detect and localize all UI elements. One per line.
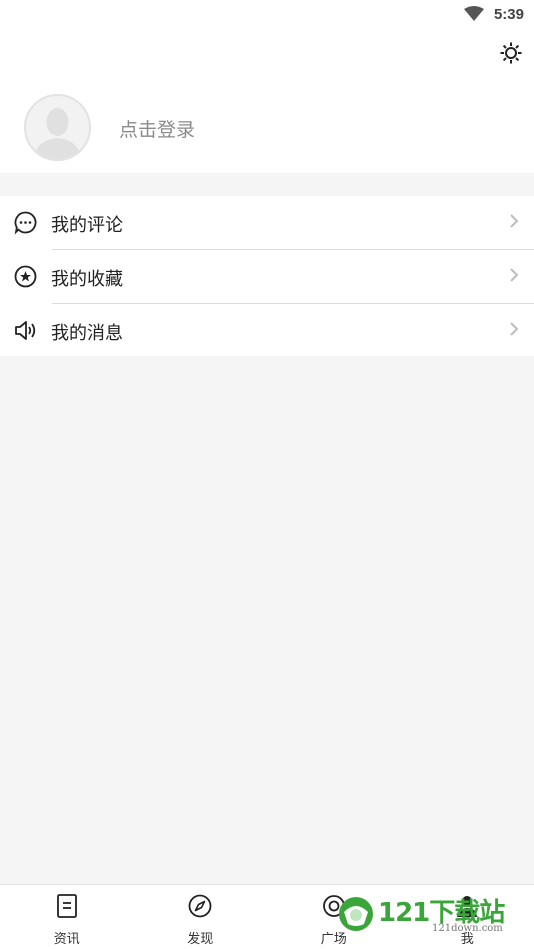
profile-menu: 我的评论 我的收藏 我的消息 <box>0 196 534 356</box>
tab-discover[interactable]: 发现 <box>134 885 268 949</box>
login-prompt[interactable]: 点击登录 <box>119 115 195 142</box>
menu-item-comments[interactable]: 我的评论 <box>0 196 534 250</box>
profile-header: 点击登录 <box>0 28 534 173</box>
menu-item-label: 我的评论 <box>51 215 123 236</box>
wifi-icon <box>463 6 484 21</box>
news-icon <box>56 894 77 918</box>
tab-label: 资讯 <box>53 932 80 947</box>
chevron-right-icon <box>510 214 519 228</box>
avatar[interactable] <box>24 94 91 161</box>
tab-label: 发现 <box>187 932 214 947</box>
menu-item-messages[interactable]: 我的消息 <box>0 304 534 358</box>
chevron-right-icon <box>510 268 519 282</box>
settings-button[interactable] <box>498 40 524 66</box>
menu-item-label: 我的收藏 <box>51 269 123 290</box>
star-circle-icon <box>14 265 37 288</box>
compass-icon <box>188 894 212 918</box>
menu-item-label: 我的消息 <box>51 323 123 344</box>
status-indicators: 5:39 <box>463 4 524 24</box>
user-avatar-icon <box>26 96 89 159</box>
menu-item-favorites[interactable]: 我的收藏 <box>0 250 534 304</box>
status-bar: 5:39 <box>0 0 534 28</box>
watermark-logo: 121下载站 121down.com <box>336 890 516 940</box>
tab-news[interactable]: 资讯 <box>0 885 134 949</box>
gear-icon <box>500 42 522 64</box>
chevron-right-icon <box>510 322 519 336</box>
status-time: 5:39 <box>493 5 524 23</box>
watermark-subtext: 121down.com <box>432 923 503 934</box>
comment-icon <box>14 211 37 235</box>
speaker-icon <box>15 321 36 340</box>
